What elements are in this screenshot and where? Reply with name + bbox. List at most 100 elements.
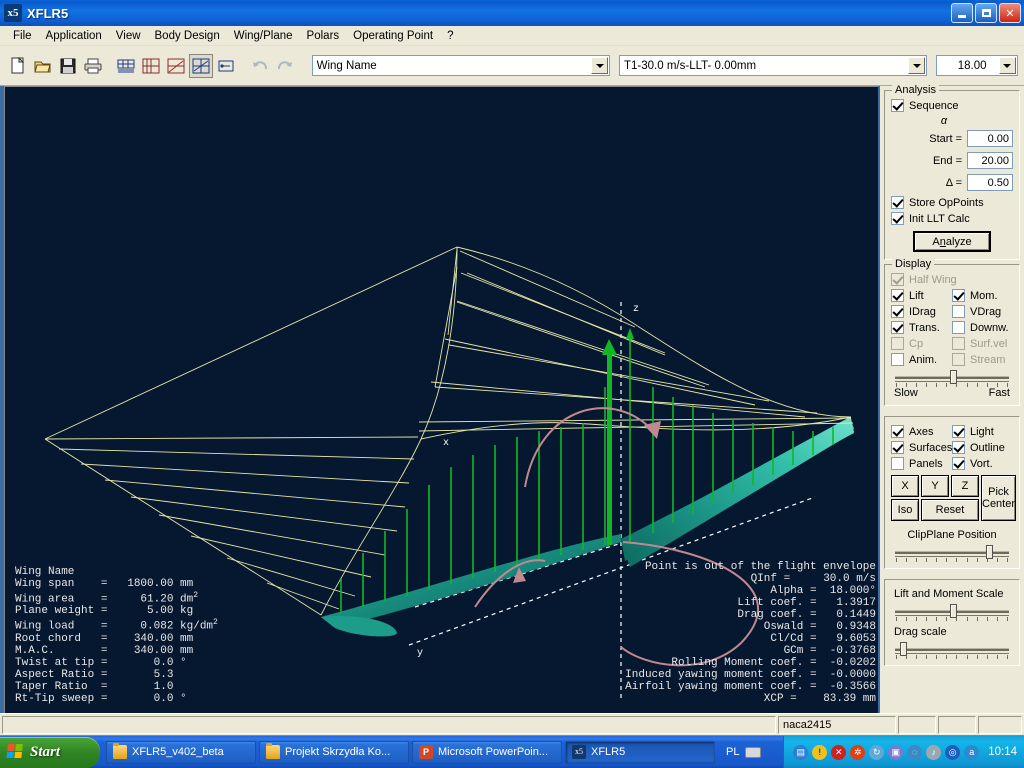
mom-option[interactable]: Mom. (952, 289, 1013, 302)
lift-moment-track[interactable] (895, 604, 1009, 618)
polar-combobox[interactable]: T1-30.0 m/s-LLT- 0.00mm (619, 55, 928, 76)
light-option[interactable]: Light (952, 425, 1013, 438)
animation-speed-track[interactable] (895, 370, 1009, 384)
minimize-button[interactable] (951, 3, 973, 23)
view-y-button[interactable]: Y (921, 475, 949, 497)
volume-icon[interactable]: ♪ (926, 744, 942, 760)
view-z-button[interactable]: Z (951, 475, 979, 497)
light-checkbox[interactable] (952, 425, 965, 438)
start-button[interactable]: Start (0, 736, 100, 768)
antivirus-icon[interactable]: ✲ (850, 744, 866, 760)
new-project-icon[interactable] (6, 53, 30, 78)
start-input[interactable]: 0.00 (967, 130, 1013, 147)
vdrag-checkbox[interactable] (952, 305, 965, 318)
panels-checkbox[interactable] (891, 457, 904, 470)
animation-speed-thumb[interactable] (949, 370, 957, 384)
outline-checkbox[interactable] (952, 441, 965, 454)
menu-wing-plane[interactable]: Wing/Plane (227, 28, 300, 44)
display-icon[interactable]: ▣ (888, 744, 904, 760)
drag-scale-track[interactable] (895, 642, 1009, 656)
clipplane-thumb[interactable] (986, 545, 994, 559)
vort-option[interactable]: Vort. (952, 457, 1013, 470)
drag-scale-slider[interactable] (891, 642, 1013, 659)
wing-name-combobox[interactable]: Wing Name (311, 55, 611, 76)
menu-file[interactable]: File (6, 28, 39, 44)
chevron-down-icon[interactable] (908, 57, 926, 74)
anim-checkbox[interactable] (891, 353, 904, 366)
downwash-option[interactable]: Downw. (952, 321, 1013, 334)
view-iso-button[interactable]: Iso (891, 499, 919, 521)
menu-application[interactable]: Application (39, 28, 109, 44)
vdrag-option[interactable]: VDrag (952, 305, 1013, 318)
print-icon[interactable] (80, 53, 105, 78)
sync-icon[interactable]: ↻ (869, 744, 885, 760)
messenger-icon[interactable]: a (964, 744, 980, 760)
open-project-icon[interactable] (30, 53, 55, 78)
maximize-restore-button[interactable] (975, 3, 997, 23)
idrag-option[interactable]: IDrag (891, 305, 952, 318)
trans-option[interactable]: Trans. (891, 321, 952, 334)
language-indicator[interactable]: PL (726, 746, 739, 758)
store-oppoints-checkbox[interactable] (891, 196, 904, 209)
mom-checkbox[interactable] (952, 289, 965, 302)
close-button[interactable]: ✕ (999, 3, 1021, 23)
view-reset-button[interactable]: Reset (921, 499, 979, 521)
menu-view[interactable]: View (109, 28, 148, 44)
keyboard-icon[interactable] (745, 746, 762, 758)
network-icon[interactable]: ▤ (793, 744, 809, 760)
cp-view-icon[interactable] (214, 53, 238, 78)
chevron-down-icon[interactable] (591, 57, 609, 74)
three-d-view-icon[interactable] (189, 53, 213, 78)
menu-polars[interactable]: Polars (300, 28, 347, 44)
sequence-row[interactable]: Sequence (891, 99, 1013, 112)
panels-option[interactable]: Panels (891, 457, 952, 470)
clipplane-slider[interactable] (891, 545, 1013, 562)
drag-scale-thumb[interactable] (899, 642, 907, 656)
init-llt-row[interactable]: Init LLT Calc (891, 212, 1013, 225)
language-bar[interactable]: PL (718, 746, 769, 758)
menu-operating-point[interactable]: Operating Point (346, 28, 440, 44)
taskbar-clock[interactable]: 10:14 (988, 746, 1017, 758)
outline-option[interactable]: Outline (952, 441, 1013, 454)
view-x-button[interactable]: X (891, 475, 919, 497)
vort-checkbox[interactable] (952, 457, 965, 470)
lift-moment-scale-slider[interactable] (891, 604, 1013, 621)
clipplane-track[interactable] (895, 545, 1009, 559)
lift-option[interactable]: Lift (891, 289, 952, 302)
chevron-down-icon[interactable] (998, 57, 1016, 74)
animation-speed-slider[interactable]: Slow Fast (891, 370, 1013, 399)
alpha-combobox[interactable]: 18.00 (936, 55, 1018, 76)
surfaces-checkbox[interactable] (891, 441, 904, 454)
wing-design-view-icon[interactable] (114, 53, 139, 78)
polar-graph-view-icon[interactable] (139, 53, 164, 78)
update-icon[interactable]: ◌ (907, 744, 923, 760)
anim-option[interactable]: Anim. (891, 353, 952, 366)
pick-center-button[interactable]: Pick Center (981, 475, 1017, 521)
three-d-viewport[interactable]: z y x Wing Name Wing span = 1800.00 mm W… (4, 86, 878, 713)
menu-body-design[interactable]: Body Design (148, 28, 227, 44)
trans-checkbox[interactable] (891, 321, 904, 334)
axes-checkbox[interactable] (891, 425, 904, 438)
taskbar-item-xflr5[interactable]: x5 XFLR5 (565, 740, 715, 764)
lift-checkbox[interactable] (891, 289, 904, 302)
menu-help[interactable]: ? (440, 28, 460, 44)
lift-moment-thumb[interactable] (949, 604, 957, 618)
downwash-checkbox[interactable] (952, 321, 965, 334)
sequence-checkbox[interactable] (891, 99, 904, 112)
opoint-graph-view-icon[interactable] (164, 53, 189, 78)
warning-icon[interactable]: ! (812, 744, 828, 760)
store-oppoints-row[interactable]: Store OpPoints (891, 196, 1013, 209)
taskbar-item-powerpoint[interactable]: P Microsoft PowerPoin... (412, 740, 562, 764)
taskbar-item-projekt-folder[interactable]: Projekt Skrzydła Ko... (259, 740, 409, 764)
surfaces-option[interactable]: Surfaces (891, 441, 952, 454)
save-project-icon[interactable] (55, 53, 80, 78)
idrag-checkbox[interactable] (891, 305, 904, 318)
end-input[interactable]: 20.00 (967, 152, 1013, 169)
analyze-button[interactable]: An alyze (913, 231, 991, 252)
security-icon[interactable]: ✕ (831, 744, 847, 760)
axes-option[interactable]: Axes (891, 425, 952, 438)
init-llt-checkbox[interactable] (891, 212, 904, 225)
wireless-icon[interactable]: ◎ (945, 744, 961, 760)
delta-input[interactable]: 0.50 (967, 174, 1013, 191)
taskbar-item-xflr5-folder[interactable]: XFLR5_v402_beta (106, 740, 256, 764)
